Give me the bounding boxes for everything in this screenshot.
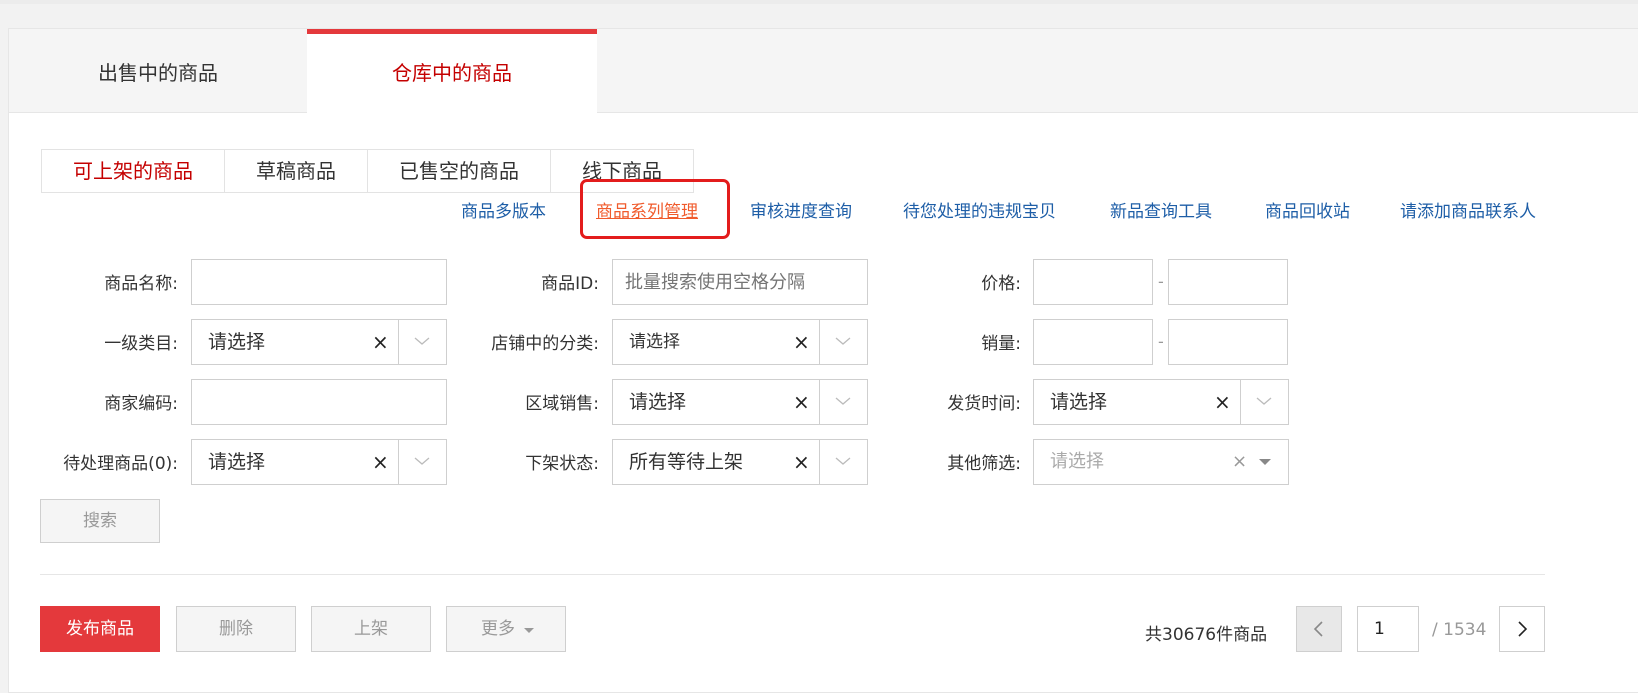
region-sales-value: 请选择 (629, 391, 687, 413)
sales-min-input[interactable] (1033, 319, 1153, 365)
ship-time-value: 请选择 (1050, 391, 1108, 413)
sales-label: 销量: (981, 334, 1021, 354)
caret-down-icon (524, 628, 534, 633)
highlight-box (580, 179, 730, 239)
tab-items-on-sale[interactable]: 出售中的商品 (9, 29, 307, 113)
total-pages: / 1534 (1432, 620, 1487, 640)
link-multi-version[interactable]: 商品多版本 (461, 197, 546, 222)
search-button[interactable]: 搜索 (40, 499, 160, 543)
top-divider (0, 0, 1638, 4)
chevron-down-icon[interactable] (414, 453, 430, 469)
clear-icon[interactable]: × (1232, 440, 1247, 484)
delist-status-value: 所有等待上架 (629, 451, 744, 473)
chevron-down-icon[interactable] (835, 393, 851, 409)
clear-icon[interactable]: × (793, 380, 810, 424)
clear-icon[interactable]: × (372, 440, 389, 484)
other-filter-select[interactable]: 请选择 × (1033, 439, 1289, 485)
prev-page-button[interactable] (1296, 606, 1342, 652)
link-recycle-bin[interactable]: 商品回收站 (1265, 197, 1350, 222)
price-max-input[interactable] (1168, 259, 1288, 305)
tab-items-in-warehouse[interactable]: 仓库中的商品 (307, 29, 597, 114)
merchant-code-input[interactable] (191, 379, 447, 425)
select-divider (819, 380, 820, 424)
more-actions-button[interactable]: 更多 (446, 606, 566, 652)
ship-time-select[interactable]: 请选择 × (1033, 379, 1289, 425)
subtab-sold-out[interactable]: 已售空的商品 (368, 150, 551, 192)
chevron-down-icon[interactable] (414, 333, 430, 349)
chevron-down-icon[interactable] (1256, 393, 1272, 409)
clear-icon[interactable]: × (793, 320, 810, 364)
other-filter-value: 请选择 (1050, 451, 1104, 472)
publish-item-button[interactable]: 发布商品 (40, 606, 160, 652)
region-sales-select[interactable]: 请选择 × (612, 379, 868, 425)
list-item-button[interactable]: 上架 (311, 606, 431, 652)
sales-range-separator: - (1158, 332, 1164, 351)
page-number-input[interactable]: 1 (1357, 606, 1419, 652)
category-value: 请选择 (208, 331, 266, 353)
caret-down-icon[interactable] (1258, 455, 1272, 469)
item-id-label: 商品ID: (541, 274, 599, 294)
select-divider (398, 440, 399, 484)
item-name-label: 商品名称: (104, 274, 178, 294)
price-label: 价格: (981, 274, 1021, 294)
main-tab-bar: 出售中的商品 仓库中的商品 (9, 29, 1638, 114)
select-divider (819, 320, 820, 364)
select-divider (398, 320, 399, 364)
item-name-input[interactable] (191, 259, 447, 305)
shop-category-value: 请选择 (629, 332, 680, 352)
next-page-button[interactable] (1499, 606, 1545, 652)
price-range-separator: - (1158, 272, 1164, 291)
clear-icon[interactable]: × (1214, 380, 1231, 424)
chevron-down-icon[interactable] (835, 453, 851, 469)
section-divider (40, 574, 1545, 575)
category-select[interactable]: 请选择 × (191, 319, 447, 365)
clear-icon[interactable]: × (793, 440, 810, 484)
ship-time-label: 发货时间: (947, 394, 1021, 414)
region-sales-label: 区域销售: (525, 394, 599, 414)
sales-max-input[interactable] (1168, 319, 1288, 365)
pending-items-value: 请选择 (208, 451, 266, 473)
pending-items-select[interactable]: 请选择 × (191, 439, 447, 485)
pending-items-label: 待处理商品(0): (63, 454, 178, 474)
select-divider (1240, 380, 1241, 424)
delist-status-select[interactable]: 所有等待上架 × (612, 439, 868, 485)
clear-icon[interactable]: × (372, 320, 389, 364)
price-min-input[interactable] (1033, 259, 1153, 305)
chevron-left-icon (1313, 621, 1323, 637)
link-new-item-tool[interactable]: 新品查询工具 (1110, 197, 1212, 222)
link-review-progress[interactable]: 审核进度查询 (750, 197, 852, 222)
link-add-item-contact[interactable]: 请添加商品联系人 (1400, 197, 1536, 222)
delete-button[interactable]: 删除 (176, 606, 296, 652)
link-pending-violations[interactable]: 待您处理的违规宝贝 (903, 197, 1056, 222)
chevron-down-icon[interactable] (835, 333, 851, 349)
other-filter-label: 其他筛选: (947, 454, 1021, 474)
delist-status-label: 下架状态: (525, 454, 599, 474)
subtab-listable-items[interactable]: 可上架的商品 (42, 150, 225, 192)
merchant-code-label: 商家编码: (104, 394, 178, 414)
item-management-panel: 出售中的商品 仓库中的商品 可上架的商品 草稿商品 已售空的商品 线下商品 商品… (8, 28, 1638, 693)
select-divider (819, 440, 820, 484)
chevron-right-icon (1518, 621, 1528, 637)
shop-category-select[interactable]: 请选择 × (612, 319, 868, 365)
shop-category-label: 店铺中的分类: (491, 334, 599, 354)
item-id-input[interactable] (612, 259, 868, 305)
category-label: 一级类目: (104, 334, 178, 354)
more-actions-label: 更多 (481, 619, 515, 639)
subtab-drafts[interactable]: 草稿商品 (225, 150, 368, 192)
total-items-count: 共30676件商品 (1145, 625, 1268, 645)
